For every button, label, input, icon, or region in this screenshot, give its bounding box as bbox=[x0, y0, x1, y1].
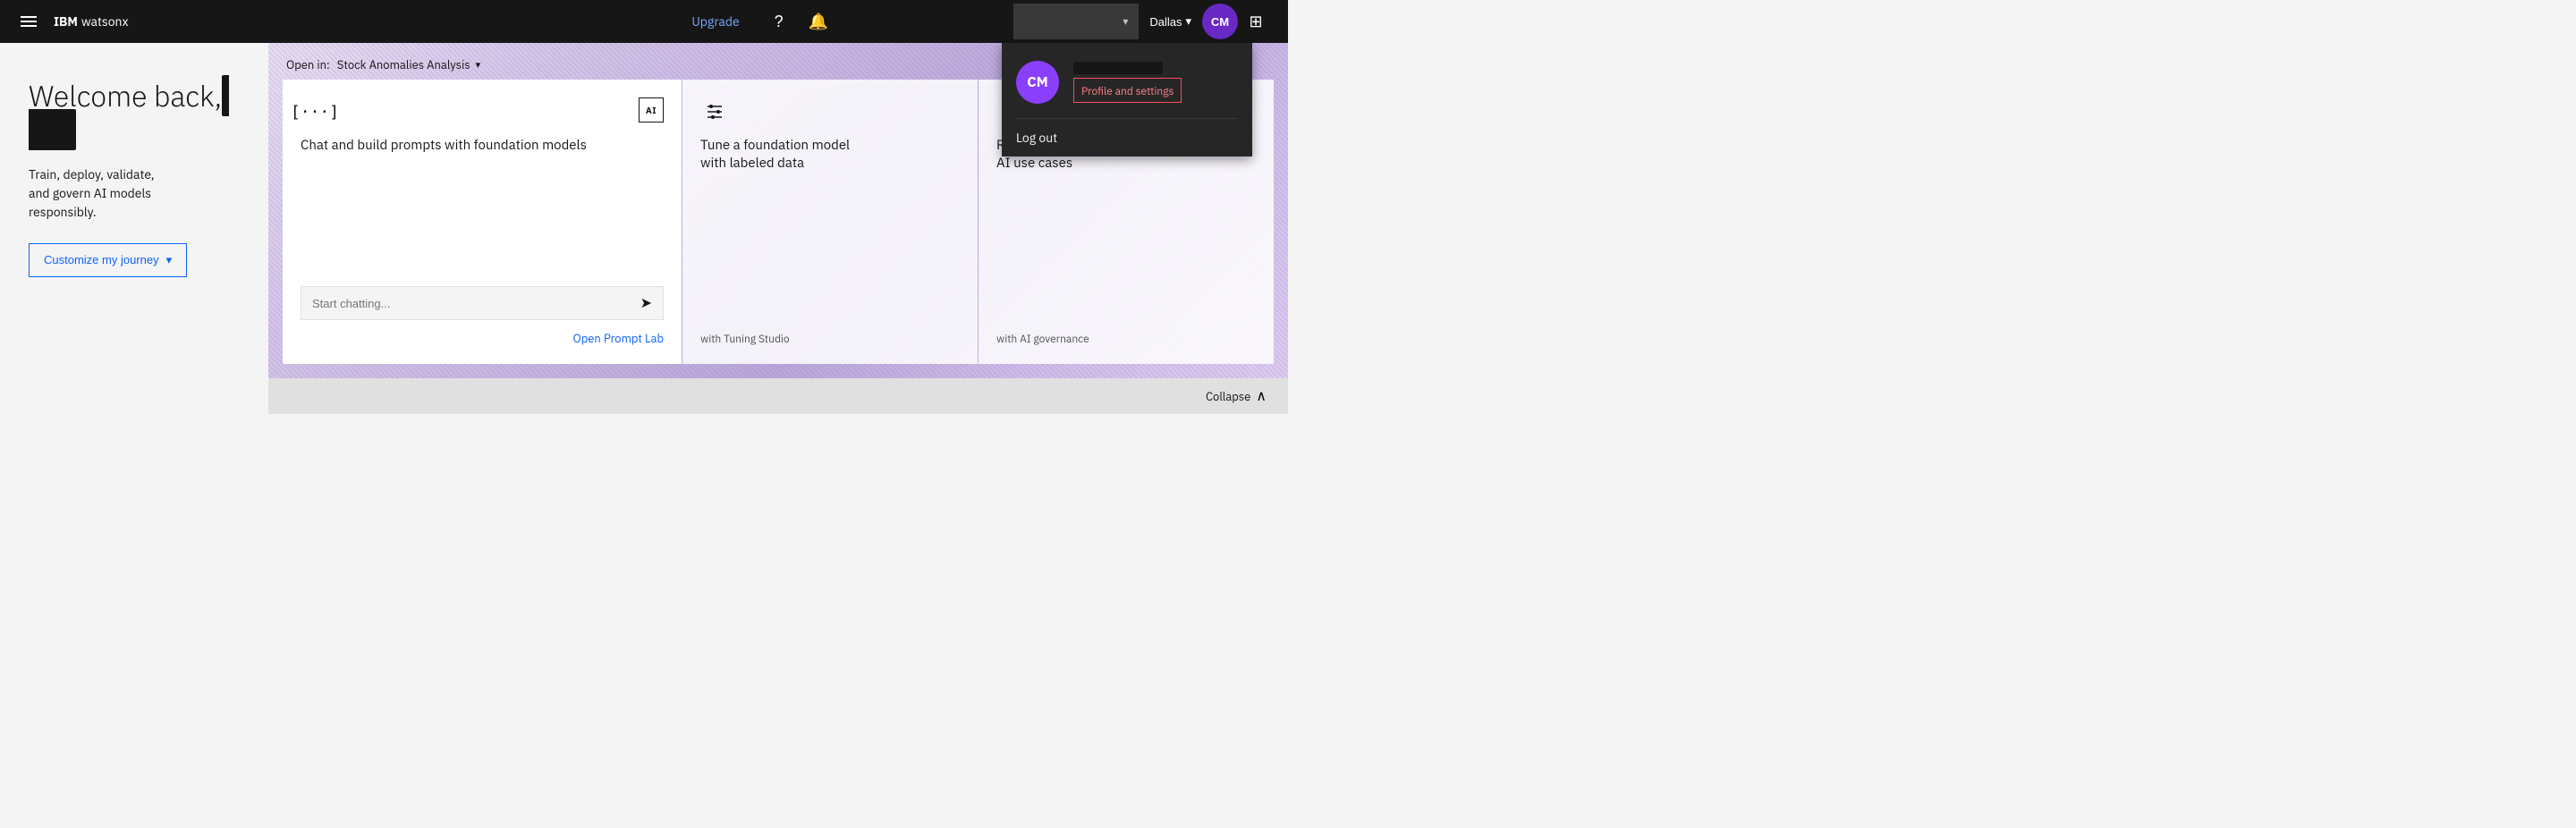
help-icon: ? bbox=[775, 13, 784, 31]
brand-ibm: IBM bbox=[54, 13, 78, 30]
help-button[interactable]: ? bbox=[761, 4, 797, 39]
chevron-down-icon: ▾ bbox=[476, 59, 481, 72]
ai-governance-subtitle: with AI governance bbox=[996, 333, 1256, 346]
menu-button[interactable] bbox=[14, 4, 43, 39]
profile-name-hidden bbox=[1073, 62, 1163, 74]
profile-avatar: CM bbox=[1016, 61, 1059, 104]
menu-icon bbox=[21, 21, 37, 22]
open-prompt-lab-link[interactable]: Open Prompt Lab bbox=[301, 331, 664, 346]
profile-dropdown: CM Profile and settings Log out bbox=[1002, 43, 1252, 156]
chevron-down-icon: ▾ bbox=[166, 253, 173, 267]
tuning-studio-title: Tune a foundation model with labeled dat… bbox=[700, 137, 960, 322]
profile-info: Profile and settings bbox=[1073, 62, 1238, 103]
chevron-down-icon: ▾ bbox=[1185, 14, 1191, 29]
search-dropdown-label: ​ bbox=[1024, 14, 1115, 30]
profile-settings-link[interactable]: Profile and settings bbox=[1073, 78, 1182, 103]
logout-link[interactable]: Log out bbox=[1002, 119, 1252, 156]
tagline: Train, deploy, validate, and govern AI m… bbox=[29, 165, 240, 222]
chevron-down-icon: ▾ bbox=[1123, 15, 1128, 29]
bracket-icon: [···] bbox=[301, 97, 329, 126]
avatar-button[interactable]: CM bbox=[1202, 4, 1238, 39]
apps-button[interactable]: ⊞ bbox=[1238, 4, 1274, 39]
topbar-center: Upgrade ? 🔔 bbox=[514, 4, 1014, 39]
topbar: IBM watsonx Upgrade ? 🔔 ​ ▾ Dallas ▾ CM … bbox=[0, 0, 1288, 43]
tuning-studio-card: Tune a foundation model with labeled dat… bbox=[682, 80, 978, 364]
open-in-dropdown[interactable]: Stock Anomalies Analysis ▾ bbox=[337, 57, 480, 72]
prompt-lab-card: [···] AI Chat and build prompts with fou… bbox=[283, 80, 682, 364]
topbar-icons: ? 🔔 bbox=[761, 4, 836, 39]
open-in-label: Open in: bbox=[286, 57, 330, 72]
chevron-up-icon: ∧ bbox=[1256, 387, 1267, 405]
chat-input[interactable] bbox=[312, 297, 640, 310]
menu-icon bbox=[21, 25, 37, 27]
upgrade-link[interactable]: Upgrade bbox=[691, 13, 739, 30]
sliders-icon bbox=[700, 97, 729, 126]
ai-icon: AI bbox=[639, 97, 664, 123]
customize-journey-label: Customize my journey bbox=[44, 253, 159, 266]
profile-settings-label: Profile and settings bbox=[1081, 85, 1174, 98]
tuning-studio-subtitle: with Tuning Studio bbox=[700, 333, 960, 346]
topbar-left: IBM watsonx bbox=[14, 4, 514, 39]
apps-icon: ⊞ bbox=[1249, 13, 1262, 31]
welcome-section: Welcome back, ​ Train, deploy, validate,… bbox=[29, 79, 240, 277]
customize-journey-button[interactable]: Customize my journey ▾ bbox=[29, 243, 187, 277]
left-panel: Welcome back, ​ Train, deploy, validate,… bbox=[0, 43, 268, 414]
send-button[interactable]: ➤ bbox=[640, 294, 652, 312]
collapse-bar[interactable]: Collapse ∧ bbox=[268, 378, 1288, 414]
open-in-value: Stock Anomalies Analysis bbox=[337, 57, 470, 72]
profile-dropdown-header: CM Profile and settings bbox=[1002, 43, 1252, 118]
brand-product: watsonx bbox=[81, 13, 129, 30]
brand: IBM watsonx bbox=[54, 13, 129, 30]
topbar-right: ​ ▾ Dallas ▾ CM ⊞ bbox=[1013, 4, 1274, 39]
ai-governance-title: Request or track models in AI use cases bbox=[996, 137, 1256, 322]
collapse-label: Collapse bbox=[1206, 389, 1250, 404]
region-button[interactable]: Dallas ▾ bbox=[1139, 4, 1202, 39]
welcome-title: Welcome back, ​ bbox=[29, 79, 240, 148]
menu-icon bbox=[21, 16, 37, 18]
notification-icon: 🔔 bbox=[808, 13, 827, 31]
chat-input-row: ➤ bbox=[301, 286, 664, 320]
region-label: Dallas bbox=[1149, 15, 1182, 29]
notification-button[interactable]: 🔔 bbox=[801, 4, 836, 39]
prompt-lab-title: Chat and build prompts with foundation m… bbox=[301, 137, 664, 272]
search-dropdown[interactable]: ​ ▾ bbox=[1013, 4, 1139, 39]
